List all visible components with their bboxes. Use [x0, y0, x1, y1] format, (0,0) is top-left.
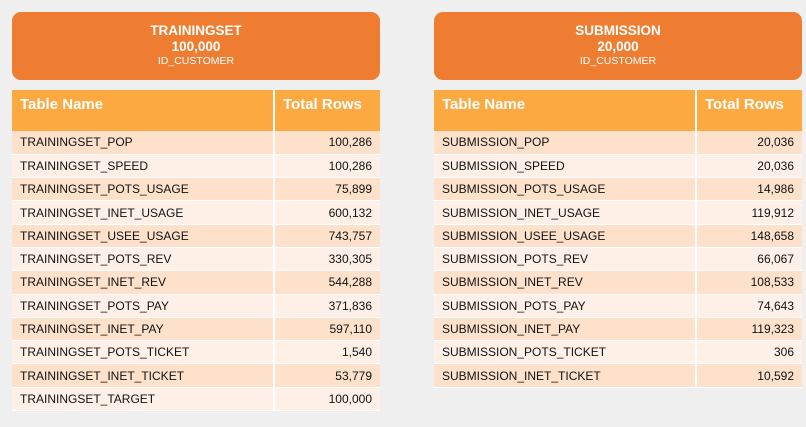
table-name-cell: TRAININGSET_INET_REV: [12, 270, 275, 295]
total-rows-cell: 1,540: [274, 340, 380, 365]
total-rows-cell: 743,757: [274, 224, 380, 248]
table-row: TRAININGSET_POTS_PAY 371,836: [12, 294, 380, 318]
total-rows-cell: 10,592: [696, 363, 802, 388]
table-row: SUBMISSION_INET_TICKET 10,592: [434, 363, 802, 388]
total-rows-cell: 148,658: [696, 224, 802, 248]
table-name-cell: TRAININGSET_INET_PAY: [12, 317, 275, 342]
total-rows-cell: 108,533: [696, 270, 802, 295]
table-row: SUBMISSION_POTS_USAGE 14,986: [434, 177, 802, 202]
table-row: SUBMISSION_SPEED 20,036: [434, 154, 802, 179]
header-count: 100,000: [171, 39, 221, 54]
total-rows-cell: 306: [696, 340, 802, 365]
column-header-total-rows: Total Rows: [274, 90, 380, 131]
table-row: TRAININGSET_INET_TICKET 53,779: [12, 363, 380, 388]
table-name-cell: SUBMISSION_SPEED: [434, 154, 697, 179]
table-name-cell: SUBMISSION_USEE_USAGE: [434, 224, 697, 248]
table-name-cell: SUBMISSION_POTS_PAY: [434, 294, 697, 318]
total-rows-cell: 66,067: [696, 247, 802, 272]
table-row: SUBMISSION_INET_PAY 119,323: [434, 317, 802, 342]
total-rows-cell: 544,288: [274, 270, 380, 295]
submission-header: SUBMISSION 20,000 ID_CUSTOMER: [434, 12, 802, 80]
submission-panel: SUBMISSION 20,000 ID_CUSTOMER Table Name…: [434, 12, 802, 388]
table-name-cell: SUBMISSION_POTS_TICKET: [434, 340, 697, 365]
table-row: SUBMISSION_POP 20,036: [434, 131, 802, 155]
table-name-cell: TRAININGSET_POTS_REV: [12, 247, 275, 272]
table-row: SUBMISSION_USEE_USAGE 148,658: [434, 224, 802, 248]
table-name-cell: SUBMISSION_POTS_REV: [434, 247, 697, 272]
table-row: TRAININGSET_TARGET 100,000: [12, 387, 380, 412]
table-row: TRAININGSET_POP 100,286: [12, 131, 380, 155]
table-row: TRAININGSET_SPEED 100,286: [12, 154, 380, 179]
table-row: TRAININGSET_INET_USAGE 600,132: [12, 200, 380, 225]
header-count: 20,000: [597, 39, 639, 54]
table-name-cell: TRAININGSET_INET_USAGE: [12, 200, 275, 225]
total-rows-cell: 20,036: [696, 131, 802, 155]
table-row: TRAININGSET_INET_REV 544,288: [12, 270, 380, 295]
total-rows-cell: 75,899: [274, 177, 380, 202]
total-rows-cell: 74,643: [696, 294, 802, 318]
trainingset-table: Table Name Total Rows TRAININGSET_POP 100…: [12, 90, 380, 412]
total-rows-cell: 371,836: [274, 294, 380, 318]
table-name-cell: TRAININGSET_POTS_USAGE: [12, 177, 275, 202]
total-rows-cell: 100,000: [274, 387, 380, 412]
table-name-cell: TRAININGSET_POP: [12, 131, 275, 155]
table-row: SUBMISSION_POTS_REV 66,067: [434, 247, 802, 272]
header-title: TRAININGSET: [150, 23, 242, 38]
total-rows-cell: 100,286: [274, 154, 380, 179]
table-row: TRAININGSET_USEE_USAGE 743,757: [12, 224, 380, 248]
submission-table-body: SUBMISSION_POP 20,036 SUBMISSION_SPEED 20,0…: [434, 131, 802, 388]
table-row: TRAININGSET_POTS_TICKET 1,540: [12, 340, 380, 365]
total-rows-cell: 53,779: [274, 363, 380, 388]
table-name-cell: TRAININGSET_TARGET: [12, 387, 275, 412]
total-rows-cell: 600,132: [274, 200, 380, 225]
table-name-cell: SUBMISSION_INET_PAY: [434, 317, 697, 342]
table-row: SUBMISSION_INET_REV 108,533: [434, 270, 802, 295]
header-subtitle: ID_CUSTOMER: [157, 55, 235, 67]
table-row: SUBMISSION_POTS_TICKET 306: [434, 340, 802, 365]
total-rows-cell: 14,986: [696, 177, 802, 202]
submission-table: Table Name Total Rows SUBMISSION_POP 20,0…: [434, 90, 802, 388]
trainingset-panel: TRAININGSET 100,000 ID_CUSTOMER Table Na…: [12, 12, 380, 412]
table-name-cell: SUBMISSION_POP: [434, 131, 697, 155]
table-name-cell: TRAININGSET_INET_TICKET: [12, 363, 275, 388]
column-header-table-name: Table Name: [434, 90, 697, 131]
total-rows-cell: 119,912: [696, 200, 802, 225]
table-header-row: Table Name Total Rows: [434, 90, 802, 131]
total-rows-cell: 330,305: [274, 247, 380, 272]
total-rows-cell: 119,323: [696, 317, 802, 342]
table-name-cell: SUBMISSION_INET_TICKET: [434, 363, 697, 388]
table-row: TRAININGSET_POTS_REV 330,305: [12, 247, 380, 272]
table-row: TRAININGSET_INET_PAY 597,110: [12, 317, 380, 342]
trainingset-header: TRAININGSET 100,000 ID_CUSTOMER: [12, 12, 380, 80]
total-rows-cell: 597,110: [274, 317, 380, 342]
header-title: SUBMISSION: [575, 23, 661, 38]
table-name-cell: TRAININGSET_POTS_PAY: [12, 294, 275, 318]
table-name-cell: TRAININGSET_USEE_USAGE: [12, 224, 275, 248]
header-subtitle: ID_CUSTOMER: [579, 55, 657, 67]
table-row: SUBMISSION_INET_USAGE 119,912: [434, 200, 802, 225]
table-row: SUBMISSION_POTS_PAY 74,643: [434, 294, 802, 318]
table-name-cell: TRAININGSET_POTS_TICKET: [12, 340, 275, 365]
table-name-cell: SUBMISSION_POTS_USAGE: [434, 177, 697, 202]
total-rows-cell: 100,286: [274, 131, 380, 155]
trainingset-table-body: TRAININGSET_POP 100,286 TRAININGSET_SPEED 1…: [12, 131, 380, 412]
total-rows-cell: 20,036: [696, 154, 802, 179]
table-name-cell: TRAININGSET_SPEED: [12, 154, 275, 179]
table-header-row: Table Name Total Rows: [12, 90, 380, 131]
table-name-cell: SUBMISSION_INET_REV: [434, 270, 697, 295]
table-name-cell: SUBMISSION_INET_USAGE: [434, 200, 697, 225]
table-row: TRAININGSET_POTS_USAGE 75,899: [12, 177, 380, 202]
column-header-total-rows: Total Rows: [696, 90, 802, 131]
column-header-table-name: Table Name: [12, 90, 275, 131]
